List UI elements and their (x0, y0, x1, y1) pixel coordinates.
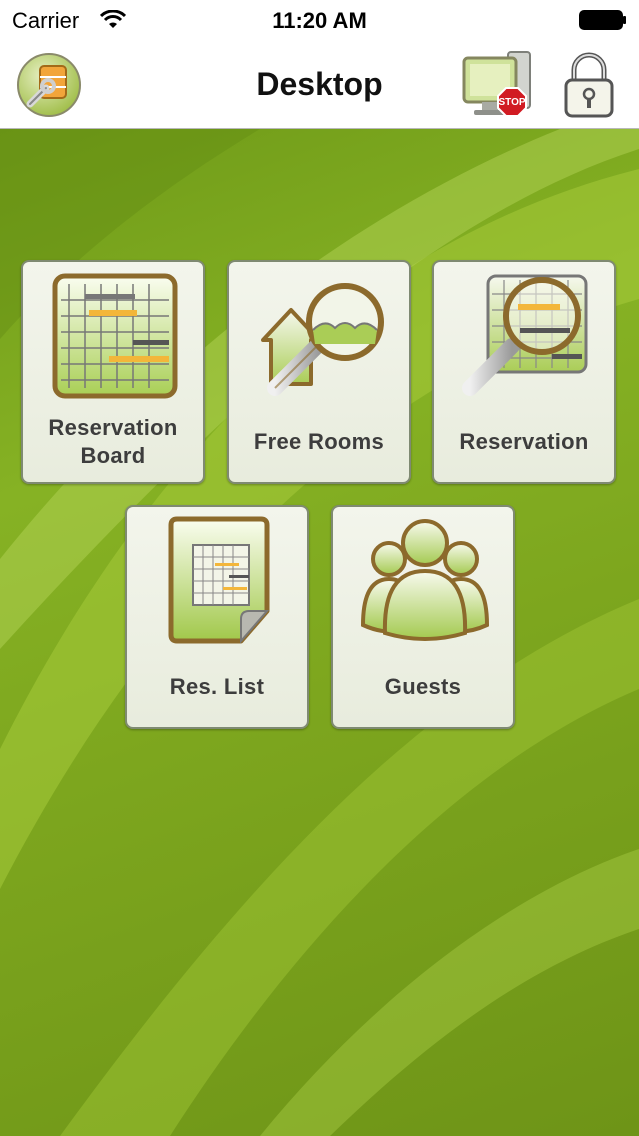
guests-icon (360, 519, 490, 641)
tile-label: Guests (384, 674, 462, 699)
tile-label: Res. List (169, 674, 265, 699)
status-time: 11:20 AM (272, 8, 367, 33)
tile-label: Free Rooms (253, 429, 385, 454)
tile-guests[interactable]: Guests (331, 505, 515, 729)
desktop-area: Reservation Board Free Rooms Reservation… (0, 129, 639, 1136)
tile-free-rooms[interactable]: Free Rooms (227, 260, 411, 484)
battery-icon (579, 10, 626, 30)
status-bar: Carrier 11:20 AM (0, 0, 639, 40)
tile-reservation-board[interactable]: Reservation Board (21, 260, 205, 484)
reservation-search-icon (462, 274, 588, 396)
tile-res-list[interactable]: Res. List (125, 505, 309, 729)
nav-bar: Desktop STOP (0, 40, 639, 129)
free-rooms-icon (261, 283, 384, 396)
page-title: Desktop (256, 66, 383, 102)
tile-label: Reservation Board (48, 415, 178, 468)
padlock-icon[interactable] (562, 52, 616, 118)
stop-workstation-icon[interactable]: STOP (460, 48, 534, 122)
res-list-icon (168, 516, 270, 644)
tile-label: Reservation (459, 429, 589, 454)
reservation-board-icon (52, 273, 178, 399)
svg-text:STOP: STOP (498, 97, 525, 108)
tile-reservation[interactable]: Reservation (432, 260, 616, 484)
